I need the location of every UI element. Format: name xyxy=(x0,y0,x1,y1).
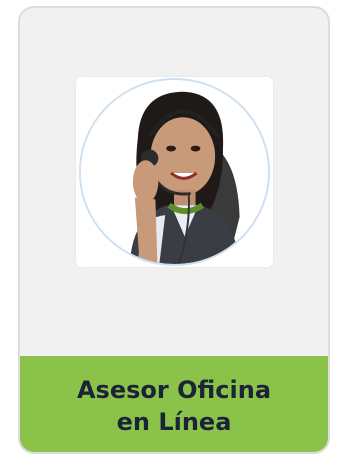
banner-title-line-1: Asesor Oficina xyxy=(76,376,272,404)
advisor-photo-tile xyxy=(76,77,273,267)
advisor-avatar xyxy=(79,78,270,266)
banner-title-line-2: en Línea xyxy=(116,408,232,436)
advisor-title-banner[interactable]: Asesor Oficina en Línea xyxy=(20,356,328,452)
online-advisor-card[interactable]: Asesor Oficina en Línea xyxy=(18,6,330,454)
support-agent-headset-icon xyxy=(81,80,268,264)
